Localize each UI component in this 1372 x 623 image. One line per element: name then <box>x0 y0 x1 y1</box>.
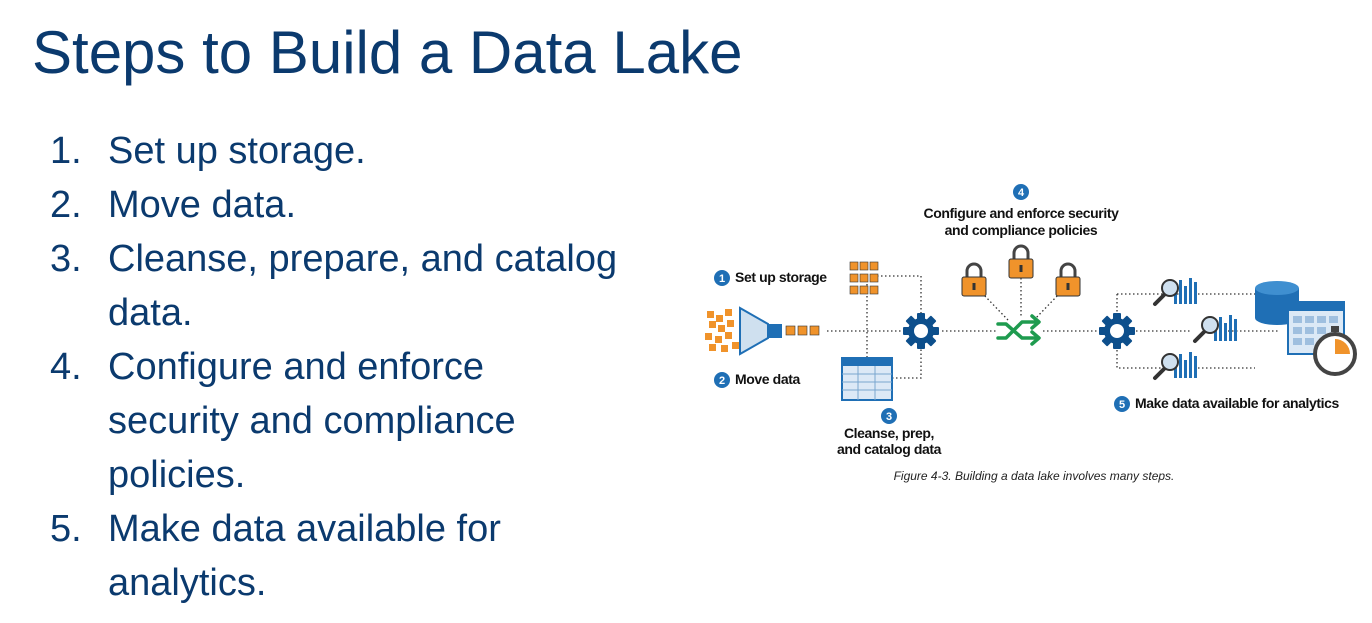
funnel-icon <box>739 306 820 356</box>
step-badge-1: 1 <box>714 270 730 286</box>
step-item: 1. Set up storage. <box>50 124 670 178</box>
step-badge-3: 3 <box>881 408 897 424</box>
label-cleanse-line-2: and catalog data <box>837 441 942 457</box>
orange-grid-icon <box>705 309 739 352</box>
label-configure-line-2: and compliance policies <box>945 222 1098 238</box>
step-text: Cleanse, prepare, and catalog data. <box>108 232 670 340</box>
label-make-data-available: Make data available for analytics <box>1135 395 1340 411</box>
step-text-line: Configure and enforce <box>108 346 485 388</box>
step-text-line: policies. <box>108 454 246 496</box>
figure-caption: Figure 4-3. Building a data lake involve… <box>894 469 1175 483</box>
step-text: Make data available for analytics. <box>108 502 670 610</box>
svg-text:1: 1 <box>719 273 725 285</box>
gear-icon <box>1099 313 1135 349</box>
shuffle-arrows-icon <box>996 314 1041 346</box>
data-lake-diagram: 1 2 3 4 5 Set up storage Move data Clean… <box>705 184 1357 483</box>
step-text: Set up storage. <box>108 124 670 178</box>
step-badge-4: 4 <box>1013 184 1029 200</box>
step-item: 4. Configure and enforce security and com… <box>50 340 670 502</box>
label-configure-line-1: Configure and enforce security <box>924 205 1120 221</box>
step-number: 5. <box>50 508 82 550</box>
step-text-line: analytics. <box>108 562 267 604</box>
padlock-icon <box>960 262 988 298</box>
magnifier-chart-icon <box>1193 313 1239 343</box>
step-text-line: security and compliance <box>108 400 516 442</box>
slide-title: Steps to Build a Data Lake <box>32 19 743 86</box>
step-text-line: Cleanse, prepare, and catalog <box>108 238 618 280</box>
step-text: Configure and enforce security and compli… <box>108 340 670 502</box>
step-text-line: Set up storage. <box>108 130 366 172</box>
step-item: 5. Make data available for analytics. <box>50 502 670 610</box>
steps-list: 1. Set up storage. 2. Move data. 3. Clea… <box>50 124 670 610</box>
step-text: Move data. <box>108 178 670 232</box>
svg-text:5: 5 <box>1119 399 1125 411</box>
step-text-line: Move data. <box>108 184 296 226</box>
step-item: 3. Cleanse, prepare, and catalog data. <box>50 232 670 340</box>
svg-text:4: 4 <box>1018 187 1025 199</box>
step-number: 4. <box>50 346 82 388</box>
gear-icon <box>903 313 939 349</box>
svg-text:2: 2 <box>719 375 725 387</box>
step-item: 2. Move data. <box>50 178 670 232</box>
step-badge-5: 5 <box>1114 396 1130 412</box>
step-text-line: Make data available for <box>108 508 501 550</box>
step-number: 1. <box>50 130 82 172</box>
step-badge-2: 2 <box>714 372 730 388</box>
label-set-up-storage: Set up storage <box>735 269 827 285</box>
magnifier-chart-icon <box>1153 350 1199 380</box>
spreadsheet-icon <box>841 357 893 401</box>
step-text-line: data. <box>108 292 193 334</box>
step-number: 3. <box>50 238 82 280</box>
magnifier-chart-icon <box>1153 276 1199 306</box>
step-number: 2. <box>50 184 82 226</box>
padlock-icon <box>1054 262 1082 298</box>
label-move-data: Move data <box>735 371 800 387</box>
svg-text:3: 3 <box>886 411 892 423</box>
storage-grid-icon <box>849 261 879 295</box>
label-cleanse-line-1: Cleanse, prep, <box>844 425 934 441</box>
padlock-icon <box>1007 244 1035 280</box>
